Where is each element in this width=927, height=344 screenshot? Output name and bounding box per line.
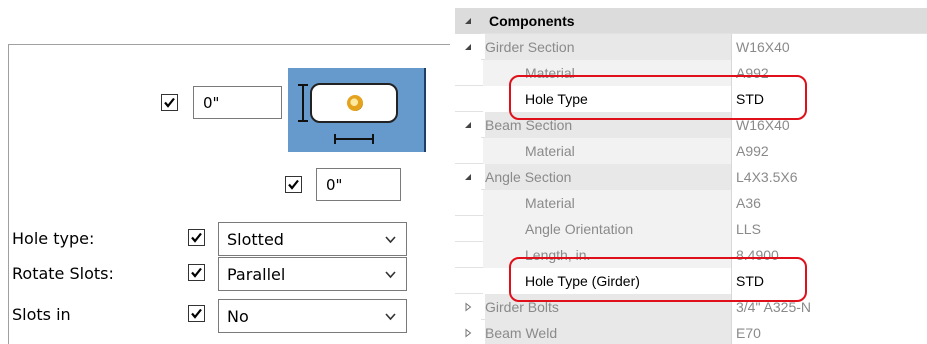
checkmark-icon <box>164 97 175 108</box>
rotate-slots-select[interactable]: Parallel <box>218 257 407 291</box>
property-row-beam-material[interactable]: Material A992 <box>455 138 927 164</box>
chevron-down-icon <box>385 271 396 279</box>
chevron-down-icon <box>385 236 396 244</box>
property-value[interactable]: A992 <box>731 138 927 164</box>
slot-outline <box>310 83 398 123</box>
bottom-offset-input[interactable]: 0" <box>316 168 401 201</box>
property-row-length[interactable]: Length, in. 8.4900 <box>455 242 927 268</box>
property-value[interactable]: A36 <box>731 190 927 216</box>
property-name: Hole Type <box>483 86 731 112</box>
slots-in-label: Slots in <box>12 305 71 324</box>
property-value[interactable]: 3/4" A325-N <box>731 294 927 320</box>
property-name: Girder Bolts <box>485 294 731 320</box>
triangle-down-icon[interactable] <box>463 172 473 182</box>
property-value[interactable]: LLS <box>731 216 927 242</box>
row-gutter <box>455 164 481 190</box>
property-value[interactable]: E70 <box>731 320 927 344</box>
hole-type-value: Slotted <box>227 230 284 249</box>
property-row-beam-section[interactable]: Beam Section W16X40 <box>455 112 927 138</box>
property-name: Beam Weld <box>485 320 731 344</box>
triangle-right-icon[interactable] <box>463 328 473 338</box>
property-grid: Components Girder Section W16X40 Materia… <box>455 0 927 344</box>
property-row-angle-section[interactable]: Angle Section L4X3.5X6 <box>455 164 927 190</box>
property-row-girder-section[interactable]: Girder Section W16X40 <box>455 34 927 60</box>
property-name: Length, in. <box>483 242 731 268</box>
property-row-hole-type[interactable]: Hole Type STD <box>455 86 927 112</box>
property-row-beam-weld[interactable]: Beam Weld E70 <box>455 320 927 344</box>
category-row-components[interactable]: Components <box>455 8 927 34</box>
property-row-angle-orientation[interactable]: Angle Orientation LLS <box>455 216 927 242</box>
property-row-angle-material[interactable]: Material A36 <box>455 190 927 216</box>
property-name: Angle Section <box>485 164 731 190</box>
property-name: Material <box>483 138 731 164</box>
checkmark-icon <box>191 267 202 278</box>
hole-type-checkbox[interactable] <box>188 229 205 246</box>
property-row-girder-bolts[interactable]: Girder Bolts 3/4" A325-N <box>455 294 927 320</box>
slots-in-checkbox[interactable] <box>188 305 205 322</box>
slots-in-value: No <box>227 307 249 326</box>
property-value[interactable]: A992 <box>731 60 927 86</box>
property-name: Components <box>489 13 575 29</box>
property-name: Angle Orientation <box>483 216 731 242</box>
row-gutter <box>455 34 481 60</box>
slotted-hole-preview-icon <box>288 68 426 152</box>
bolt-icon <box>347 95 363 111</box>
slots-in-select[interactable]: No <box>218 299 407 333</box>
triangle-right-icon[interactable] <box>463 302 473 312</box>
hole-type-label: Hole type: <box>12 229 95 248</box>
property-value[interactable]: W16X40 <box>731 112 927 138</box>
chevron-down-icon <box>385 313 396 321</box>
rotate-slots-value: Parallel <box>227 265 286 284</box>
property-value[interactable]: W16X40 <box>731 34 927 60</box>
vertical-dimension-icon <box>298 84 308 122</box>
connection-options-panel: 0" 0" Hole type: Slotted Rotate Slots: P… <box>0 0 450 344</box>
top-offset-input[interactable]: 0" <box>193 86 282 119</box>
property-name: Girder Section <box>485 34 731 60</box>
triangle-down-icon[interactable] <box>463 16 473 26</box>
horizontal-dimension-icon <box>334 134 374 144</box>
rotate-slots-label: Rotate Slots: <box>12 264 114 283</box>
property-value[interactable]: 8.4900 <box>731 242 927 268</box>
triangle-down-icon[interactable] <box>463 42 473 52</box>
checkmark-icon <box>191 232 202 243</box>
row-gutter <box>455 294 481 320</box>
rotate-slots-checkbox[interactable] <box>188 264 205 281</box>
property-name: Hole Type (Girder) <box>483 268 731 294</box>
property-name: Material <box>483 60 731 86</box>
property-row-girder-material[interactable]: Material A992 <box>455 60 927 86</box>
property-name: Beam Section <box>485 112 731 138</box>
row-gutter <box>455 8 481 34</box>
triangle-down-icon[interactable] <box>463 120 473 130</box>
hole-type-select[interactable]: Slotted <box>218 222 407 256</box>
checkmark-icon <box>288 179 299 190</box>
preview-edge <box>424 68 426 152</box>
checkmark-icon <box>191 308 202 319</box>
property-value[interactable]: STD <box>731 86 927 112</box>
property-value[interactable]: STD <box>731 268 927 294</box>
property-value[interactable]: L4X3.5X6 <box>731 164 927 190</box>
row-gutter <box>455 320 481 344</box>
property-row-hole-type-girder[interactable]: Hole Type (Girder) STD <box>455 268 927 294</box>
bottom-offset-checkbox[interactable] <box>285 176 302 193</box>
top-offset-checkbox[interactable] <box>161 94 178 111</box>
property-name: Material <box>483 190 731 216</box>
row-gutter <box>455 112 481 138</box>
